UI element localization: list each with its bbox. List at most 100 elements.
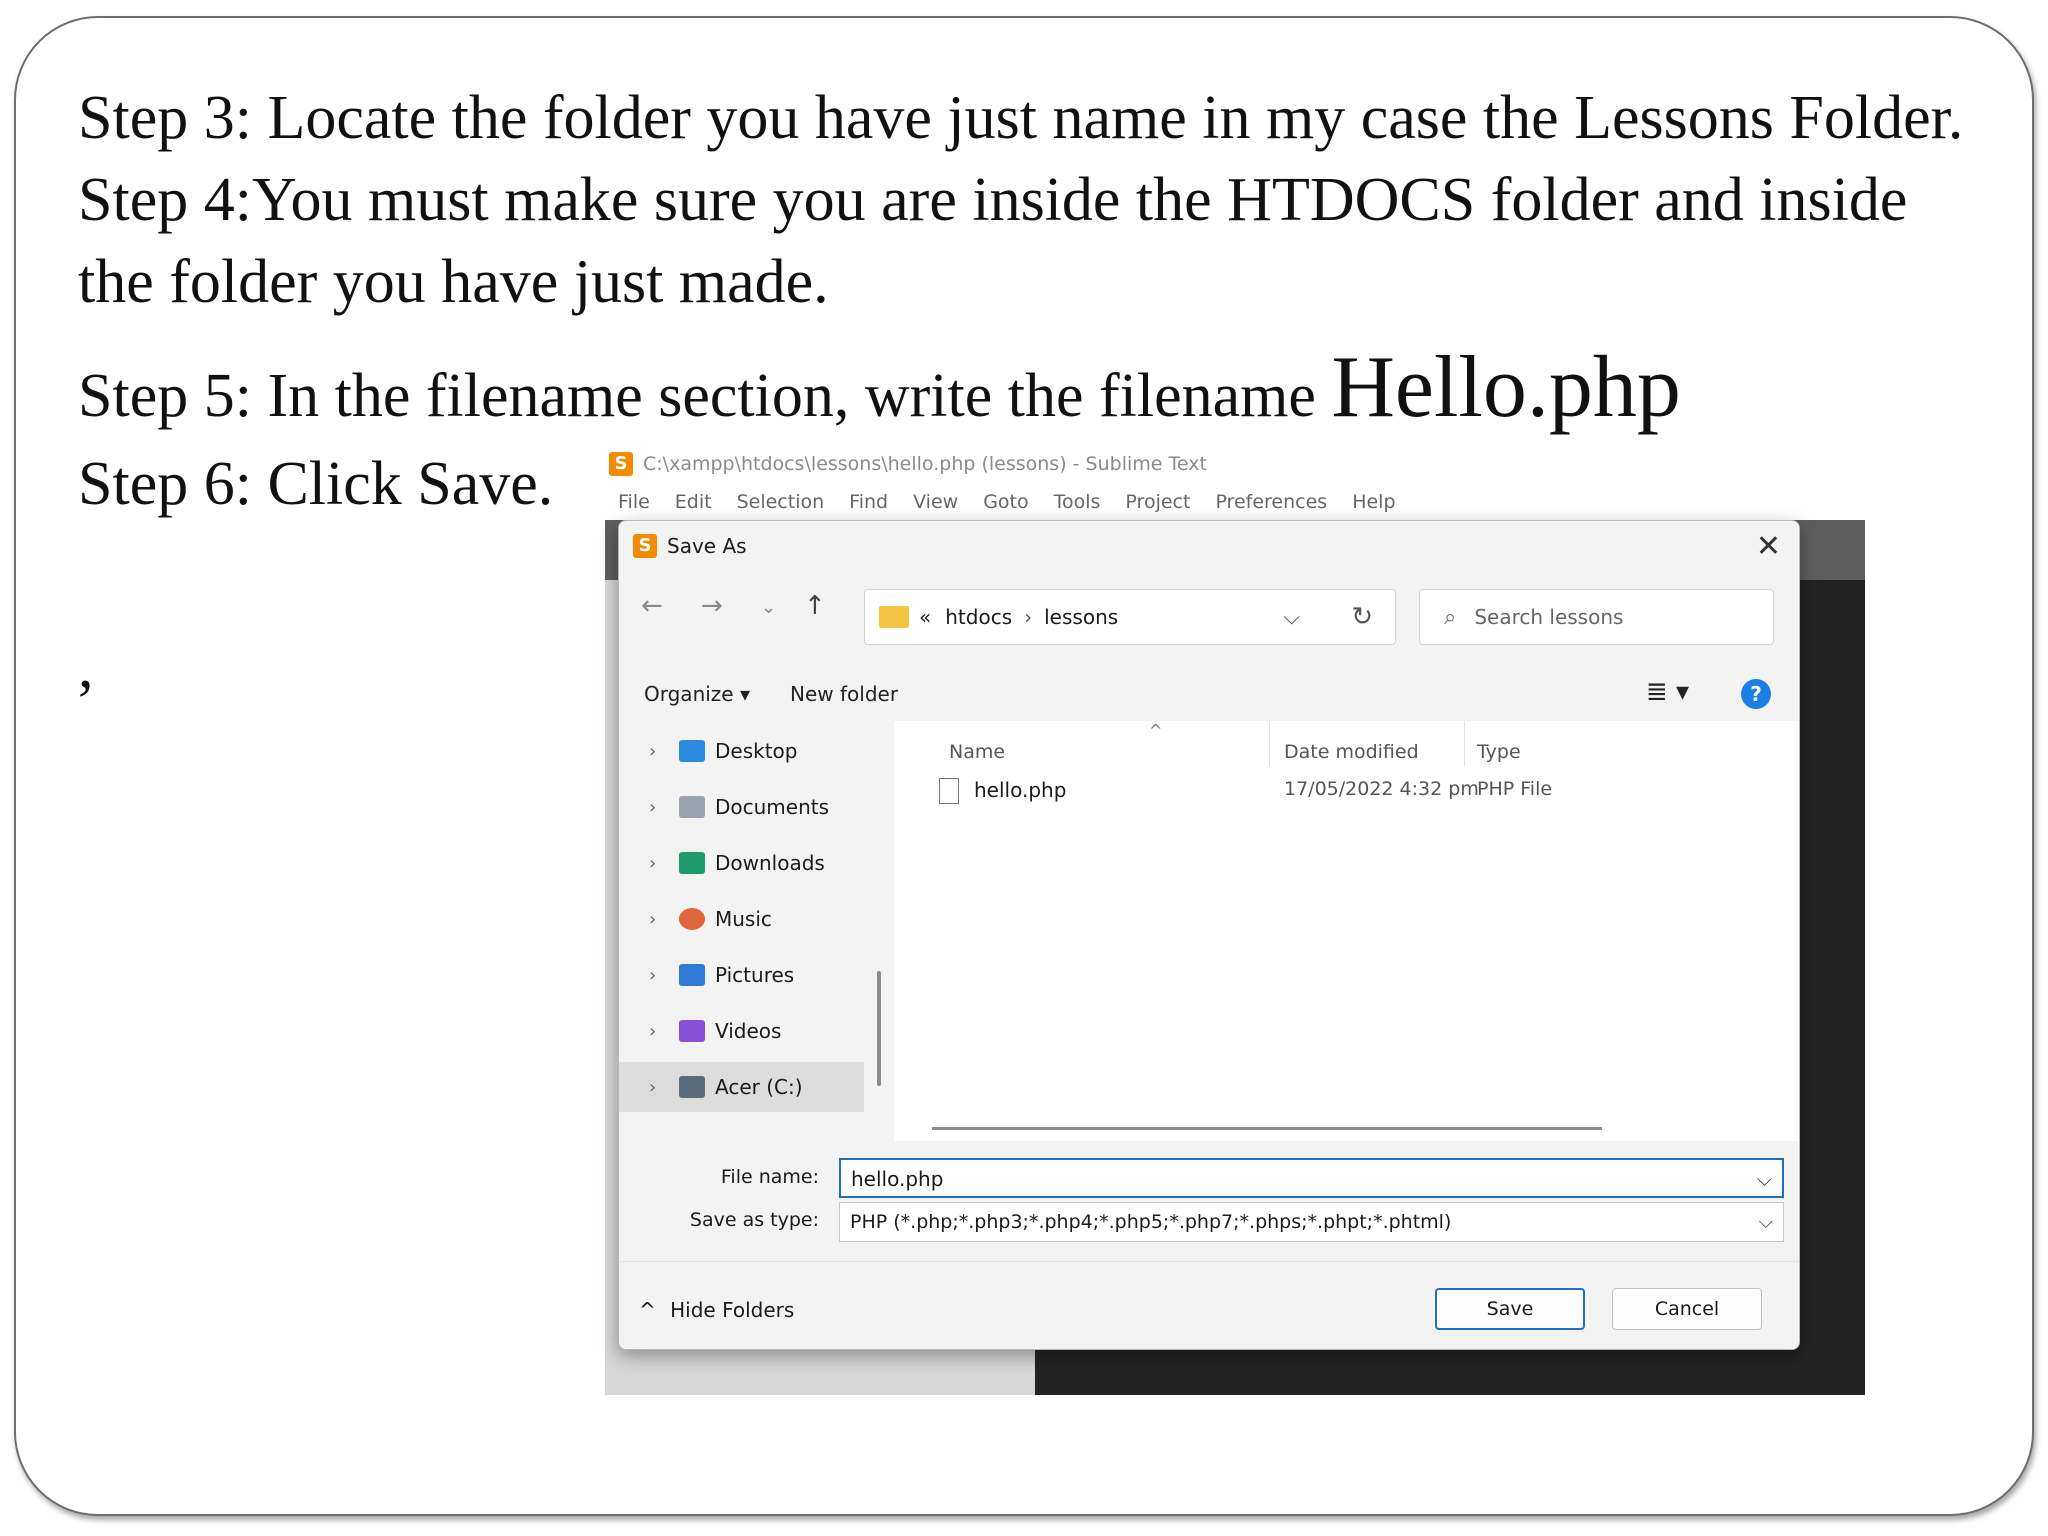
nav-item-label: Pictures xyxy=(715,963,795,987)
navigation-pane: › Desktop › Documents › Downloads › Musi… xyxy=(619,726,864,1146)
nav-item-downloads[interactable]: › Downloads xyxy=(619,838,864,888)
file-type: PHP File xyxy=(1477,778,1553,800)
save-as-type-value: PHP (*.php;*.php3;*.php4;*.php5;*.php7;*… xyxy=(850,1211,1452,1233)
address-bar[interactable]: « htdocs › lessons ⌵ ↻ xyxy=(864,589,1396,645)
chevron-down-icon[interactable]: ⌵ xyxy=(1757,1160,1772,1198)
file-list-pane: ^ Name Date modified Type hello.php 17/0… xyxy=(894,721,1799,1141)
expand-chevron-icon[interactable]: › xyxy=(649,1077,679,1098)
new-folder-button[interactable]: New folder xyxy=(790,682,898,706)
save-button[interactable]: Save xyxy=(1435,1288,1585,1330)
horizontal-scrollbar[interactable] xyxy=(932,1127,1602,1130)
menu-file[interactable]: File xyxy=(618,491,650,513)
file-row[interactable]: hello.php 17/05/2022 4:32 pm PHP File xyxy=(894,776,1799,816)
divider xyxy=(619,1261,1799,1262)
dialog-bottom-area: File name: hello.php ⌵ Save as type: PHP… xyxy=(619,1146,1799,1349)
column-divider[interactable] xyxy=(1464,721,1465,766)
organize-button[interactable]: Organize ▾ xyxy=(644,682,750,706)
expand-chevron-icon[interactable]: › xyxy=(649,965,679,986)
step-5-filename: Hello.php xyxy=(1331,339,1681,436)
expand-chevron-icon[interactable]: › xyxy=(649,853,679,874)
file-name-value: hello.php xyxy=(851,1167,944,1191)
hide-folders-toggle[interactable]: ^ Hide Folders xyxy=(639,1298,794,1322)
column-header-type[interactable]: Type xyxy=(1477,741,1521,763)
nav-item-music[interactable]: › Music xyxy=(619,894,864,944)
menu-edit[interactable]: Edit xyxy=(675,491,712,513)
file-name-label: File name: xyxy=(720,1166,819,1188)
help-icon[interactable]: ? xyxy=(1741,679,1771,709)
menu-help[interactable]: Help xyxy=(1352,491,1395,513)
search-icon: ⌕ xyxy=(1444,604,1457,630)
music-icon xyxy=(679,908,705,930)
search-placeholder: Search lessons xyxy=(1474,605,1624,629)
folder-icon xyxy=(879,606,909,628)
sublime-menu-bar: File Edit Selection Find View Goto Tools… xyxy=(605,483,1870,520)
videos-icon xyxy=(679,1020,705,1042)
save-as-dialog: S Save As ✕ ← → ⌄ ↑ « htdocs › lessons ⌵… xyxy=(618,520,1800,1350)
file-date: 17/05/2022 4:32 pm xyxy=(1284,778,1479,800)
file-name: hello.php xyxy=(974,778,1067,802)
address-dropdown-icon[interactable]: ⌵ xyxy=(1283,605,1300,630)
back-arrow-icon[interactable]: ← xyxy=(641,591,663,621)
nav-item-label: Downloads xyxy=(715,851,825,875)
search-input[interactable]: ⌕ Search lessons xyxy=(1419,589,1774,645)
hide-folders-label: Hide Folders xyxy=(670,1298,795,1322)
step-4-line-2: the folder you have just made. xyxy=(78,248,829,316)
save-as-type-select[interactable]: PHP (*.php;*.php3;*.php4;*.php5;*.php7;*… xyxy=(839,1202,1784,1242)
nav-item-label: Videos xyxy=(715,1019,782,1043)
pictures-icon xyxy=(679,964,705,986)
nav-item-pictures[interactable]: › Pictures xyxy=(619,950,864,1000)
recent-locations-icon[interactable]: ⌄ xyxy=(761,597,776,618)
nav-item-label: Desktop xyxy=(715,739,798,763)
expand-chevron-icon[interactable]: › xyxy=(649,1021,679,1042)
step-3-text: Step 3: Locate the folder you have just … xyxy=(78,84,1964,152)
nav-item-label: Acer (C:) xyxy=(715,1075,803,1099)
menu-view[interactable]: View xyxy=(913,491,958,513)
file-icon xyxy=(939,778,959,804)
menu-find[interactable]: Find xyxy=(849,491,888,513)
chevron-down-icon[interactable]: ⌵ xyxy=(1759,1203,1773,1241)
sublime-logo-icon: S xyxy=(609,452,633,476)
forward-arrow-icon[interactable]: → xyxy=(701,591,723,621)
nav-item-documents[interactable]: › Documents xyxy=(619,782,864,832)
breadcrumb-lessons[interactable]: lessons xyxy=(1044,605,1118,629)
nav-item-label: Documents xyxy=(715,795,830,819)
nav-item-videos[interactable]: › Videos xyxy=(619,1006,864,1056)
command-bar: Organize ▾ New folder ≣ ▾ ? xyxy=(619,669,1799,719)
address-overflow-icon[interactable]: « xyxy=(919,605,931,629)
step-4-line-1: Step 4:You must make sure you are inside… xyxy=(78,166,1908,234)
expand-chevron-icon[interactable]: › xyxy=(649,797,679,818)
menu-tools[interactable]: Tools xyxy=(1054,491,1101,513)
nav-item-label: Music xyxy=(715,907,772,931)
step-6-text: Step 6: Click Save. xyxy=(78,450,554,518)
view-options-icon[interactable]: ≣ ▾ xyxy=(1646,677,1689,707)
step-5-text: Step 5: In the filename section, write t… xyxy=(78,339,1681,437)
column-header-date[interactable]: Date modified xyxy=(1284,741,1419,763)
navigation-row: ← → ⌄ ↑ « htdocs › lessons ⌵ ↻ ⌕ Search … xyxy=(619,581,1799,645)
menu-project[interactable]: Project xyxy=(1125,491,1190,513)
nav-pane-scrollbar[interactable] xyxy=(877,971,881,1086)
menu-selection[interactable]: Selection xyxy=(737,491,825,513)
expand-chevron-icon[interactable]: › xyxy=(649,741,679,762)
sort-ascending-icon: ^ xyxy=(1149,721,1163,740)
menu-preferences[interactable]: Preferences xyxy=(1215,491,1327,513)
column-divider[interactable] xyxy=(1269,721,1270,766)
breadcrumb-htdocs[interactable]: htdocs xyxy=(945,605,1012,629)
screenshot: S C:\xampp\htdocs\lessons\hello.php (les… xyxy=(605,445,1870,1395)
file-name-field[interactable]: hello.php ⌵ xyxy=(839,1158,1784,1198)
documents-icon xyxy=(679,796,705,818)
cancel-button[interactable]: Cancel xyxy=(1612,1288,1762,1330)
refresh-icon[interactable]: ↻ xyxy=(1351,602,1373,632)
column-header-name[interactable]: Name xyxy=(949,741,1005,763)
dialog-app-icon: S xyxy=(633,534,657,558)
chevron-up-icon: ^ xyxy=(639,1298,656,1322)
nav-item-desktop[interactable]: › Desktop xyxy=(619,726,864,776)
up-folder-icon[interactable]: ↑ xyxy=(804,591,826,621)
nav-item-acer-c[interactable]: › Acer (C:) xyxy=(619,1062,864,1112)
menu-goto[interactable]: Goto xyxy=(983,491,1028,513)
expand-chevron-icon[interactable]: › xyxy=(649,909,679,930)
stray-comma: , xyxy=(78,633,94,701)
breadcrumb-separator-icon: › xyxy=(1024,605,1033,629)
dialog-title-bar: S Save As xyxy=(619,521,1799,571)
drive-icon xyxy=(679,1076,705,1098)
close-icon[interactable]: ✕ xyxy=(1756,529,1781,564)
